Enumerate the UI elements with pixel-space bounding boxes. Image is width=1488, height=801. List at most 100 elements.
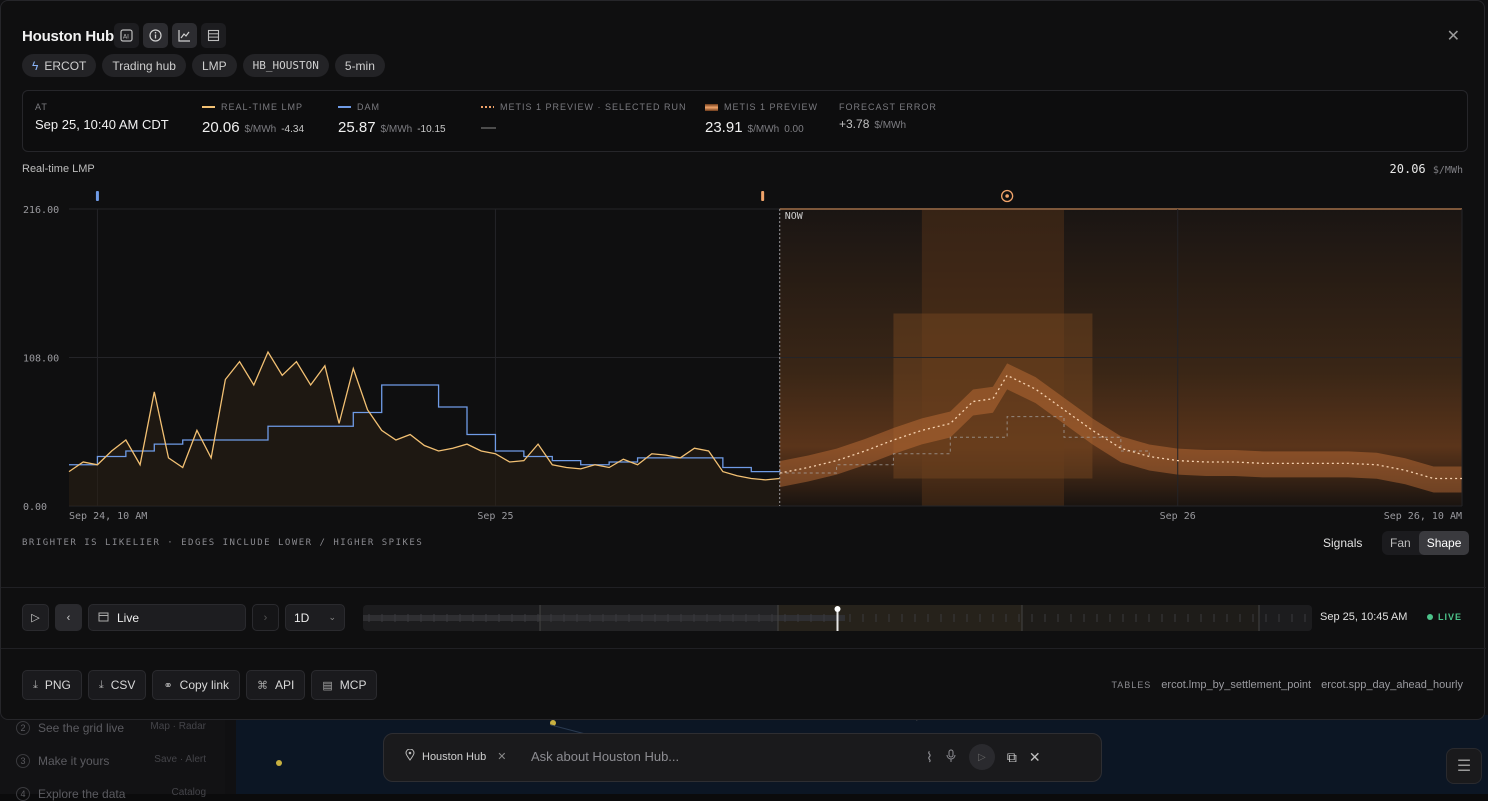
- detail-modal: Houston Hub AI ✕ ϟ ERCOT Trading hub LMP …: [0, 0, 1486, 720]
- stat-at: AT Sep 25, 10:40 AM CDT: [35, 102, 169, 132]
- rt-marker: [761, 191, 765, 201]
- png-button[interactable]: ⤓ PNG: [22, 670, 82, 700]
- stat-value: 23.91: [705, 119, 743, 136]
- step-sub: Map · Radar: [150, 721, 206, 732]
- x-tick-label: Sep 26: [1160, 511, 1196, 522]
- location-pin-icon: [405, 748, 415, 764]
- stat-label: METIS 1 PREVIEW: [724, 102, 819, 112]
- chevron-down-icon: ⌄: [328, 612, 336, 622]
- stat-value: Sep 25, 10:40 AM CDT: [35, 117, 169, 132]
- time-mode-select[interactable]: Live: [88, 604, 246, 631]
- x-tick-label: Sep 25: [477, 511, 513, 522]
- stat-metis-run: METIS 1 PREVIEW · SELECTED RUN —: [481, 102, 687, 136]
- context-chip[interactable]: Houston Hub ✕: [405, 748, 506, 764]
- step-sub: Save · Alert: [154, 754, 206, 765]
- chip-label: Houston Hub: [422, 750, 487, 763]
- table-icon[interactable]: [201, 23, 226, 48]
- stat-delta: -10.15: [417, 124, 446, 135]
- bolt-icon: ϟ: [32, 58, 39, 73]
- divider: [1, 587, 1486, 588]
- next-icon[interactable]: ›: [252, 604, 279, 631]
- close-ask-icon[interactable]: ✕: [1029, 749, 1041, 766]
- onboarding-step[interactable]: 3 Make it yours Save · Alert: [16, 754, 206, 768]
- stat-metis: METIS 1 PREVIEW 23.91 $/MWh 0.00: [705, 102, 818, 136]
- tables-label: TABLES: [1111, 680, 1152, 690]
- info-icon[interactable]: [143, 23, 168, 48]
- view-mode-toggle: Fan Shape: [1382, 531, 1470, 555]
- stat-label: DAM: [357, 102, 380, 112]
- send-icon[interactable]: ▷: [968, 744, 995, 770]
- layers-icon[interactable]: ☰: [1446, 748, 1482, 784]
- signals-button[interactable]: Signals: [1315, 531, 1370, 555]
- timeline-scrubber[interactable]: [363, 605, 1312, 631]
- tag-node[interactable]: HB_HOUSTON: [242, 54, 329, 77]
- readout-value: 20.06: [1389, 162, 1426, 176]
- chip-close-icon[interactable]: ✕: [497, 750, 506, 763]
- onboarding-step[interactable]: 4 Explore the data Catalog: [16, 787, 206, 801]
- play-icon[interactable]: ▷: [22, 604, 49, 631]
- fan-button[interactable]: Fan: [1382, 531, 1419, 555]
- attach-icon[interactable]: ⌇: [926, 749, 933, 766]
- timeline-history: [363, 615, 845, 621]
- tag-list: ϟ ERCOT Trading hub LMP HB_HOUSTON 5-min: [22, 54, 385, 77]
- rt-swatch: [202, 106, 215, 108]
- prev-icon[interactable]: ‹: [55, 604, 82, 631]
- dam-marker: [95, 191, 99, 201]
- stat-label: AT: [35, 102, 48, 112]
- timeline-playhead-knob: [834, 606, 841, 612]
- x-tick-label: Sep 24, 10 AM: [69, 511, 147, 522]
- stat-delta: -4.34: [281, 124, 305, 135]
- live-label: LIVE: [1438, 612, 1463, 622]
- tag-interval[interactable]: 5-min: [334, 54, 385, 77]
- stat-unit: $/MWh: [747, 124, 780, 135]
- stat-forecast-error: FORECAST ERROR +3.78 $/MWh: [839, 102, 937, 131]
- mcp-icon: ▤: [322, 679, 333, 692]
- csv-button[interactable]: ⤓ CSV: [87, 670, 147, 700]
- button-label: MCP: [339, 678, 367, 692]
- ask-input[interactable]: Ask about Houston Hub...: [531, 749, 679, 764]
- api-button[interactable]: ⌘ API: [246, 670, 306, 700]
- chart-note: BRIGHTER IS LIKELIER · EDGES INCLUDE LOW…: [22, 538, 424, 548]
- table-link[interactable]: ercot.spp_day_ahead_hourly: [1321, 679, 1463, 691]
- readout-unit: $/MWh: [1432, 165, 1463, 176]
- table-link[interactable]: ercot.lmp_by_settlement_point: [1161, 679, 1311, 691]
- chart-icon[interactable]: [172, 23, 197, 48]
- tag-iso[interactable]: ϟ ERCOT: [22, 54, 97, 77]
- tag-market[interactable]: LMP: [191, 54, 237, 77]
- metis-swatch: [705, 103, 718, 111]
- step-label: Explore the data: [38, 787, 126, 801]
- button-label: API: [275, 678, 295, 692]
- stat-label: REAL-TIME LMP: [221, 102, 304, 112]
- range-label: 1D: [294, 610, 310, 625]
- mcp-button[interactable]: ▤ MCP: [311, 670, 378, 700]
- stat-realtime: REAL-TIME LMP 20.06 $/MWh -4.34: [202, 102, 304, 136]
- live-dot: [1427, 614, 1433, 620]
- forecast-target-dot: [1005, 194, 1009, 198]
- y-tick-label: 216.00: [23, 205, 59, 216]
- tag-type[interactable]: Trading hub: [102, 54, 186, 77]
- signals-toggle-group: Signals: [1315, 531, 1370, 555]
- time-mode-label: Live: [117, 610, 140, 625]
- copy-link-button[interactable]: ⚭ Copy link: [152, 670, 241, 700]
- step-number: 2: [16, 721, 30, 735]
- stat-value: —: [481, 119, 496, 136]
- x-tick-label: Sep 26, 10 AM: [1384, 511, 1462, 522]
- divider: [1, 648, 1486, 649]
- stat-unit: $/MWh: [244, 124, 277, 135]
- stat-label: FORECAST ERROR: [839, 102, 937, 112]
- stat-delta: 0.00: [784, 124, 804, 135]
- stat-value: 25.87: [338, 119, 376, 136]
- ai-icon[interactable]: AI: [114, 23, 139, 48]
- lmp-chart[interactable]: 216.00 108.00 0.00 Sep 24, 10 AM Sep 25 Sep 2…: [1, 181, 1486, 526]
- range-select[interactable]: 1D ⌄: [285, 604, 345, 631]
- link-icon: ⚭: [163, 679, 173, 692]
- close-icon[interactable]: ✕: [1447, 26, 1460, 46]
- onboarding-step[interactable]: 2 See the grid live Map · Radar: [16, 721, 206, 735]
- ask-toolbar: ⌇ ▷ ⧉ ✕: [926, 744, 1041, 770]
- mic-icon[interactable]: [945, 749, 957, 766]
- step-number: 4: [16, 787, 30, 801]
- shape-button[interactable]: Shape: [1418, 531, 1470, 555]
- expand-icon[interactable]: ⧉: [1007, 749, 1017, 766]
- step-label: See the grid live: [38, 721, 125, 735]
- button-label: PNG: [44, 678, 71, 692]
